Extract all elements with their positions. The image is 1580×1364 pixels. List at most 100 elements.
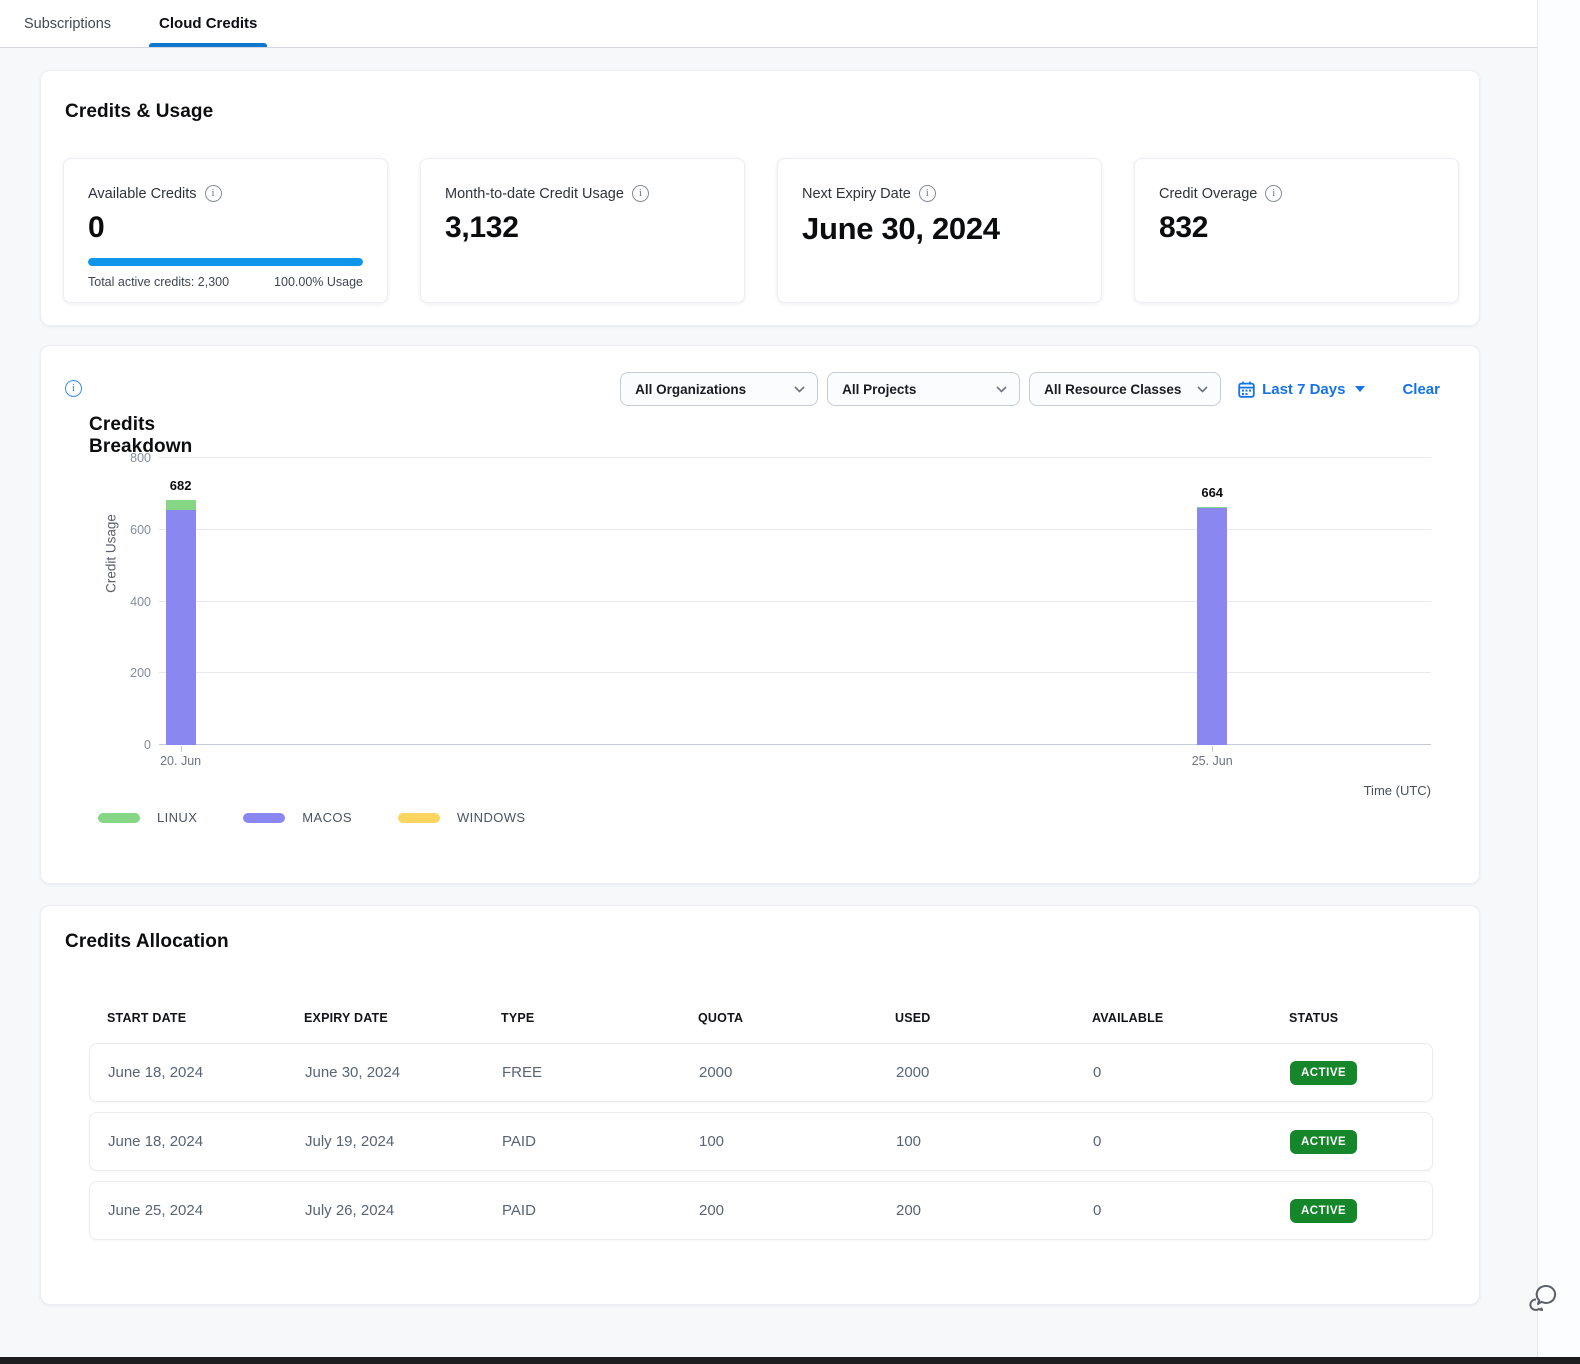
- cell-type: PAID: [502, 1133, 699, 1150]
- credits-allocation-title: Credits Allocation: [65, 931, 229, 953]
- tab-subscriptions-label: Subscriptions: [24, 16, 111, 32]
- col-used: USED: [895, 1011, 1092, 1025]
- cell-available: 0: [1093, 1133, 1290, 1150]
- info-icon[interactable]: [919, 185, 936, 202]
- resource-classes-select[interactable]: All Resource Classes: [1029, 372, 1221, 406]
- stat-card-credit-overage: Credit Overage 832: [1134, 158, 1459, 303]
- main-content-area: Subscriptions Cloud Credits Credits & Us…: [0, 0, 1537, 1358]
- cell-quota: 200: [699, 1202, 896, 1219]
- stat-card-available-credits: Available Credits 0 Total active credits…: [63, 158, 388, 303]
- gridline: [159, 457, 1431, 458]
- col-status: STATUS: [1289, 1011, 1415, 1025]
- legend-windows-label: WINDOWS: [457, 810, 526, 825]
- info-icon[interactable]: [632, 185, 649, 202]
- col-available: AVAILABLE: [1092, 1011, 1289, 1025]
- x-tick: [1212, 746, 1213, 752]
- next-expiry-value: June 30, 2024: [802, 211, 1077, 247]
- organizations-select[interactable]: All Organizations: [620, 372, 818, 406]
- projects-select[interactable]: All Projects: [827, 372, 1020, 406]
- credits-usage-section: Credits & Usage Available Credits 0 Tota…: [40, 70, 1480, 326]
- info-icon[interactable]: [65, 380, 82, 397]
- col-quota: QUOTA: [698, 1011, 895, 1025]
- stat-card-mtd-usage: Month-to-date Credit Usage 3,132: [420, 158, 745, 303]
- organizations-select-value: All Organizations: [635, 382, 746, 397]
- available-credits-value: 0: [88, 211, 363, 245]
- legend-linux-label: LINUX: [157, 810, 197, 825]
- date-range-value: Last 7 Days: [1262, 381, 1345, 398]
- legend-item-macos[interactable]: MACOS: [243, 810, 352, 825]
- credits-breakdown-section: Credits Breakdown All Organizations All …: [40, 345, 1480, 884]
- support-chat-button[interactable]: [1526, 1283, 1566, 1317]
- credits-allocation-table: START DATE EXPIRY DATE TYPE QUOTA USED A…: [89, 1003, 1433, 1240]
- tab-cloud-credits[interactable]: Cloud Credits: [135, 0, 281, 47]
- chart-plot: 68220. Jun66425. Jun: [159, 458, 1431, 745]
- gridline: [159, 672, 1431, 673]
- cell-available: 0: [1093, 1064, 1290, 1081]
- chevron-down-icon: [794, 386, 805, 393]
- bar-25-jun[interactable]: 664: [1197, 507, 1227, 745]
- y-tick-label: 400: [130, 595, 151, 609]
- col-start-date: START DATE: [107, 1011, 304, 1025]
- info-icon[interactable]: [1265, 185, 1282, 202]
- table-row: June 18, 2024 June 30, 2024 FREE 2000 20…: [89, 1043, 1433, 1102]
- y-tick-label: 600: [130, 523, 151, 537]
- usage-progress-fill: [88, 258, 363, 266]
- cell-expiry-date: June 30, 2024: [305, 1064, 502, 1081]
- y-tick-label: 200: [130, 666, 151, 680]
- cell-start-date: June 18, 2024: [108, 1064, 305, 1081]
- bar-segment-linux[interactable]: [166, 500, 196, 510]
- bar-total-label: 664: [1201, 485, 1223, 500]
- window-bottom-edge: [0, 1357, 1580, 1364]
- gridline: [159, 744, 1431, 745]
- credits-usage-title: Credits & Usage: [65, 101, 213, 123]
- next-expiry-label: Next Expiry Date: [802, 186, 911, 202]
- info-icon[interactable]: [205, 185, 222, 202]
- cell-used: 2000: [896, 1064, 1093, 1081]
- cell-start-date: June 25, 2024: [108, 1202, 305, 1219]
- usage-progress-bar: [88, 258, 363, 266]
- col-expiry-date: EXPIRY DATE: [304, 1011, 501, 1025]
- plan-tabbar: Subscriptions Cloud Credits: [0, 0, 1537, 48]
- legend-item-linux[interactable]: LINUX: [98, 810, 197, 825]
- cell-start-date: June 18, 2024: [108, 1133, 305, 1150]
- projects-select-value: All Projects: [842, 382, 916, 397]
- y-tick-label: 800: [130, 451, 151, 465]
- gridline: [159, 601, 1431, 602]
- cell-used: 200: [896, 1202, 1093, 1219]
- tab-subscriptions[interactable]: Subscriptions: [0, 0, 135, 47]
- date-range-picker[interactable]: Last 7 Days: [1238, 381, 1365, 398]
- cell-quota: 2000: [699, 1064, 896, 1081]
- chart-x-axis-title: Time (UTC): [1364, 783, 1431, 798]
- legend-item-windows[interactable]: WINDOWS: [398, 810, 526, 825]
- status-badge: ACTIVE: [1290, 1130, 1357, 1154]
- bar-20-jun[interactable]: 682: [166, 500, 196, 745]
- macos-color-swatch: [243, 813, 285, 823]
- status-badge: ACTIVE: [1290, 1061, 1357, 1085]
- x-tick: [181, 746, 182, 752]
- right-gutter: [1537, 0, 1580, 1358]
- chart-legend: LINUX MACOS WINDOWS: [98, 810, 525, 825]
- total-active-credits: Total active credits: 2,300: [88, 275, 229, 289]
- table-row: June 18, 2024 July 19, 2024 PAID 100 100…: [89, 1112, 1433, 1171]
- chevron-down-icon: [996, 386, 1007, 393]
- clear-filters-button[interactable]: Clear: [1402, 381, 1440, 398]
- chevron-down-icon: [1197, 386, 1208, 393]
- credit-overage-value: 832: [1159, 211, 1434, 245]
- caret-down-icon: [1355, 386, 1365, 392]
- linux-color-swatch: [98, 813, 140, 823]
- table-row: June 25, 2024 July 26, 2024 PAID 200 200…: [89, 1181, 1433, 1240]
- breakdown-filters: All Organizations All Projects All Resou…: [620, 372, 1440, 406]
- mtd-usage-value: 3,132: [445, 211, 720, 245]
- col-type: TYPE: [501, 1011, 698, 1025]
- stat-card-next-expiry: Next Expiry Date June 30, 2024: [777, 158, 1102, 303]
- resource-classes-select-value: All Resource Classes: [1044, 382, 1181, 397]
- credits-allocation-section: Credits Allocation START DATE EXPIRY DAT…: [40, 905, 1480, 1305]
- credit-overage-label: Credit Overage: [1159, 186, 1257, 202]
- tab-cloud-credits-label: Cloud Credits: [159, 15, 257, 32]
- windows-color-swatch: [398, 813, 440, 823]
- usage-percent: 100.00% Usage: [274, 275, 363, 289]
- y-tick-label: 0: [144, 738, 151, 752]
- bar-segment-macos[interactable]: [166, 510, 196, 745]
- mtd-usage-label: Month-to-date Credit Usage: [445, 186, 624, 202]
- bar-segment-macos[interactable]: [1197, 508, 1227, 745]
